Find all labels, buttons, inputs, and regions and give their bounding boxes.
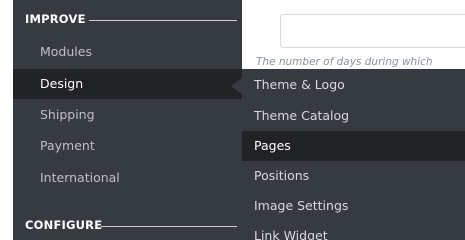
submenu-item-link-widget[interactable]: Link Widget — [242, 221, 465, 240]
section-title-configure: CONFIGURE — [25, 218, 103, 232]
sidebar: IMPROVE Modules Design Shipping Payment … — [13, 0, 242, 240]
sidebar-item-shipping[interactable]: Shipping — [13, 100, 242, 130]
sidebar-item-design[interactable]: Design — [13, 69, 242, 99]
submenu-pointer — [231, 78, 242, 94]
sidebar-item-payment[interactable]: Payment — [13, 131, 242, 161]
submenu-item-theme-catalog[interactable]: Theme Catalog — [242, 101, 465, 131]
sidebar-item-international[interactable]: International — [13, 163, 242, 193]
section-divider — [101, 226, 237, 227]
submenu-item-theme-logo[interactable]: Theme & Logo — [242, 70, 465, 100]
submenu-item-image-settings[interactable]: Image Settings — [242, 191, 465, 221]
sidebar-item-modules[interactable]: Modules — [13, 37, 242, 67]
design-submenu: Theme & Logo Theme Catalog Pages Positio… — [242, 69, 465, 240]
section-divider — [89, 20, 237, 21]
section-title-improve: IMPROVE — [25, 12, 86, 26]
field-help-text: The number of days during which — [256, 56, 433, 68]
submenu-item-positions[interactable]: Positions — [242, 161, 465, 191]
submenu-item-pages[interactable]: Pages — [242, 131, 465, 161]
text-input[interactable] — [280, 14, 465, 48]
